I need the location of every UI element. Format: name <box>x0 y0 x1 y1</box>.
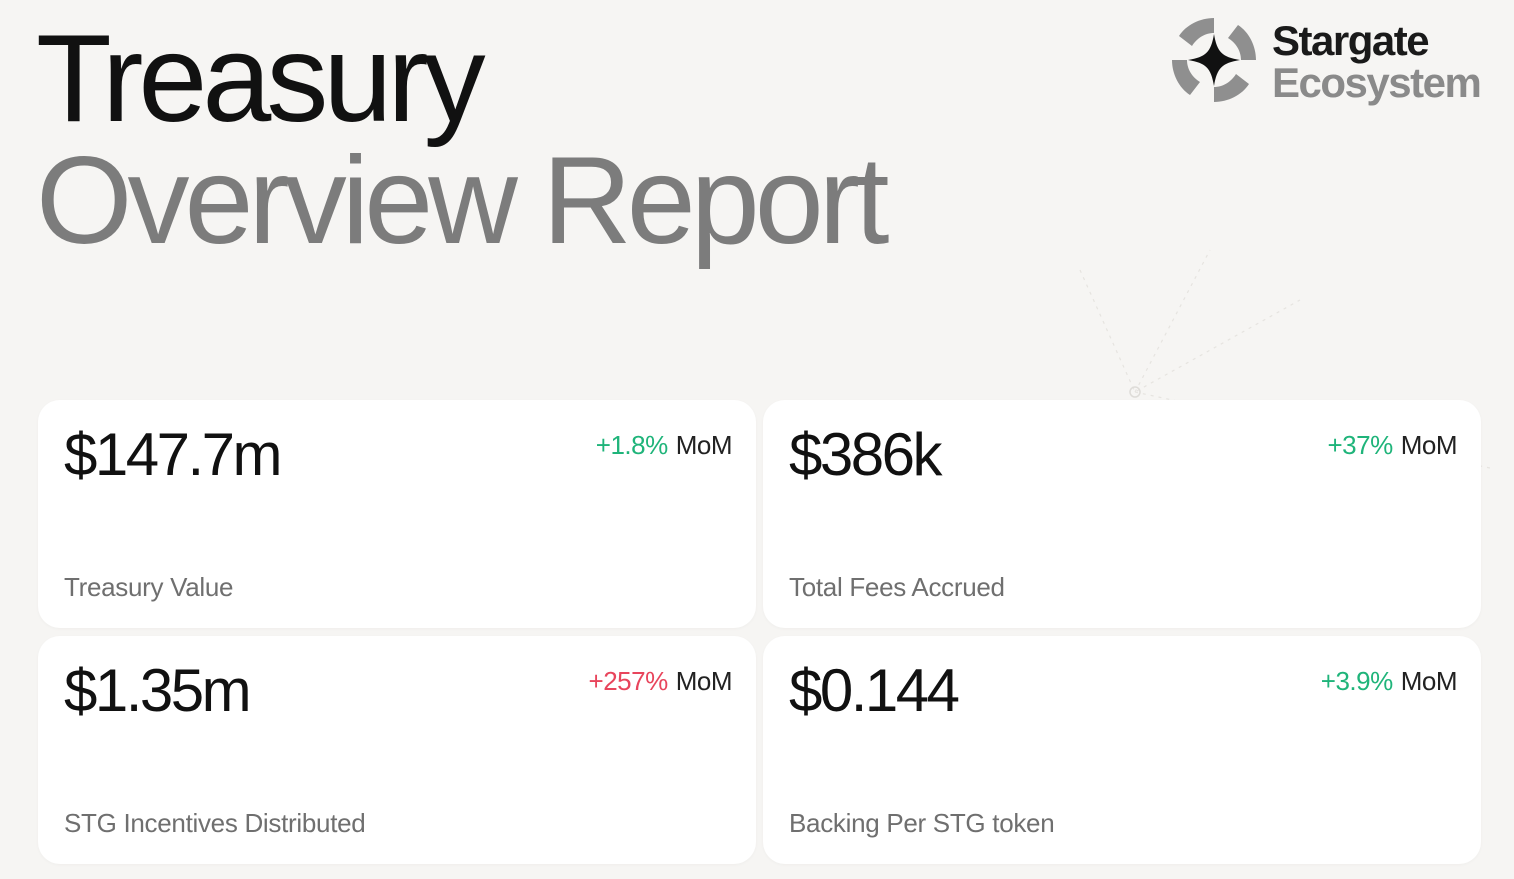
change-percent: +3.9% <box>1320 666 1393 696</box>
brand-subname: Ecosystem <box>1272 59 1482 106</box>
change-unit: MoM <box>675 430 733 460</box>
metric-card-backing-per-token: $0.144 +3.9% MoM Backing Per STG token <box>763 636 1481 864</box>
brand-logo: Stargate Ecosystem <box>1170 16 1490 108</box>
metric-change: +257% MoM <box>588 666 733 696</box>
metric-label: Total Fees Accrued <box>789 572 1005 602</box>
brand-name: Stargate <box>1272 17 1430 64</box>
page-subtitle: Overview Report <box>36 132 889 270</box>
change-unit: MoM <box>1400 666 1458 696</box>
metric-card-treasury-value: $147.7m +1.8% MoM Treasury Value <box>38 400 756 628</box>
page-title: Treasury <box>36 10 486 148</box>
metric-value: $147.7m <box>64 421 283 488</box>
metric-value: $1.35m <box>64 657 252 724</box>
metric-label: STG Incentives Distributed <box>64 808 366 838</box>
metric-value: $0.144 <box>789 657 960 724</box>
stargate-star-icon <box>1172 18 1256 102</box>
metric-label: Treasury Value <box>64 572 234 602</box>
change-percent: +37% <box>1327 430 1393 460</box>
metric-label: Backing Per STG token <box>789 808 1055 838</box>
metric-change: +3.9% MoM <box>1320 666 1458 696</box>
metric-card-stg-incentives: $1.35m +257% MoM STG Incentives Distribut… <box>38 636 756 864</box>
metric-change: +1.8% MoM <box>595 430 733 460</box>
change-percent: +1.8% <box>595 430 668 460</box>
metric-card-total-fees: $386k +37% MoM Total Fees Accrued <box>763 400 1481 628</box>
change-unit: MoM <box>675 666 733 696</box>
metric-change: +37% MoM <box>1327 430 1457 460</box>
change-percent: +257% <box>588 666 669 696</box>
change-unit: MoM <box>1400 430 1458 460</box>
metric-value: $386k <box>789 421 942 488</box>
